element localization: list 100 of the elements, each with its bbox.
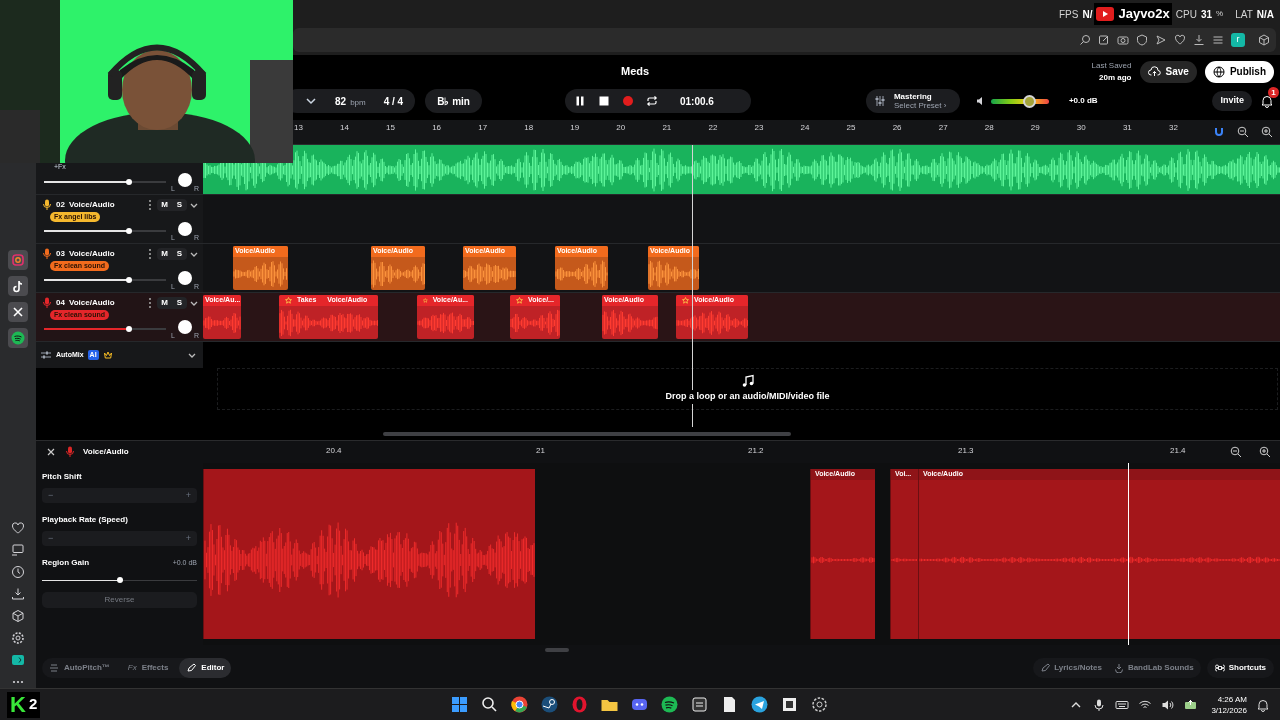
pan-knob[interactable] (178, 222, 192, 236)
cube-icon[interactable] (1258, 34, 1270, 46)
browser-icon[interactable] (510, 695, 530, 714)
channel-name: Jayvo2x (1118, 5, 1170, 24)
stop-icon[interactable] (597, 95, 610, 107)
panel-tab[interactable]: AutoPitch™ (42, 658, 117, 678)
key-button[interactable]: B♭ min (425, 89, 482, 113)
bar-number: 22 (708, 122, 718, 134)
notification-icon[interactable] (1256, 697, 1270, 712)
windows-icon[interactable] (450, 695, 470, 714)
spotify-icon[interactable] (660, 695, 680, 714)
drop-hint: Drop a loop or an audio/MIDI/video file (663, 390, 832, 404)
pan-knob[interactable] (178, 271, 192, 285)
search-icon[interactable] (1079, 34, 1091, 46)
publish-button[interactable]: Publish (1204, 60, 1274, 83)
kebab-icon[interactable] (147, 297, 153, 309)
zoom-out-icon[interactable] (1237, 126, 1249, 138)
clock-icon[interactable] (11, 565, 25, 579)
globe-icon (1212, 65, 1225, 78)
panel-tab[interactable]: Editor (179, 658, 232, 678)
telegram-icon[interactable] (750, 695, 770, 714)
gear-icon[interactable] (810, 695, 830, 714)
solo-button[interactable]: S (172, 248, 187, 260)
spotify-icon[interactable] (8, 328, 28, 348)
bar-number: 20 (616, 122, 626, 134)
zoom-out-icon[interactable] (1230, 446, 1242, 458)
time-signature[interactable]: 4 / 4 (383, 93, 404, 109)
stepper-field[interactable]: − + (42, 531, 197, 546)
zoom-in-icon[interactable] (1261, 126, 1273, 138)
zoom-in-icon[interactable] (1259, 446, 1271, 458)
stat-value: N/ (1082, 7, 1093, 22)
download-icon[interactable] (11, 587, 25, 601)
tempo-value[interactable]: 82 (335, 93, 347, 109)
editor-title: Voice/Audio (83, 446, 129, 458)
stat-value: N/A (1256, 7, 1274, 22)
steam-icon[interactable] (540, 695, 560, 714)
shield-icon[interactable] (1136, 34, 1148, 46)
loop-icon[interactable] (645, 95, 658, 107)
invite-button[interactable]: Invite (1212, 91, 1252, 111)
solo-button[interactable]: S (172, 199, 187, 211)
menu-icon[interactable] (1212, 34, 1224, 46)
star-icon (516, 297, 523, 304)
lines-icon (49, 663, 59, 673)
monitor-icon[interactable] (690, 695, 710, 714)
bell-icon[interactable] (1260, 94, 1274, 108)
sliders-icon (873, 95, 886, 107)
mute-button[interactable]: M (157, 199, 172, 211)
battery-icon[interactable] (1184, 697, 1199, 712)
song-title: Meds (621, 64, 650, 80)
scrollbar-thumb[interactable] (545, 648, 569, 652)
volume-thumb[interactable] (1023, 94, 1037, 108)
pan-knob[interactable] (178, 320, 192, 334)
last-saved-label: Last Saved (1091, 59, 1132, 72)
record-icon[interactable] (621, 95, 634, 107)
panel-link[interactable]: BandLab Sounds (1110, 658, 1197, 678)
download-icon[interactable] (1193, 34, 1205, 46)
magnet-icon[interactable] (1213, 126, 1225, 138)
mastering-panel[interactable]: Mastering Select Preset › (865, 89, 960, 113)
notification-count: 1 (1268, 87, 1279, 98)
time-marker: 21.4 (1170, 445, 1186, 457)
track-name[interactable]: Voice/Audio (68, 297, 115, 309)
screen-icon[interactable] (11, 543, 25, 557)
camera-icon[interactable] (1117, 34, 1129, 46)
save-button[interactable]: Save (1139, 60, 1197, 83)
scrollbar-thumb[interactable] (383, 432, 791, 436)
panel-icon[interactable] (11, 653, 25, 667)
pan-knob[interactable] (178, 173, 192, 187)
bar-number: 13 (294, 122, 303, 134)
microphone-icon[interactable] (1092, 697, 1107, 712)
mute-button[interactable]: M (157, 297, 172, 309)
heart-icon[interactable] (11, 521, 25, 535)
sliders-icon (40, 350, 52, 360)
instagram-icon[interactable] (8, 250, 28, 270)
drop-zone[interactable]: Drop a loop or an audio/MIDI/video file (217, 368, 1278, 410)
panel-link[interactable]: Lyrics/Notes (1037, 658, 1105, 678)
shortcuts-button[interactable]: Shortcuts (1206, 658, 1274, 678)
solo-button[interactable]: S (172, 297, 187, 309)
clock[interactable]: 4:26 AM 3/12/2026 (1211, 693, 1247, 716)
send-icon[interactable] (1155, 34, 1167, 46)
stepper-field[interactable]: − + (42, 488, 197, 503)
kebab-icon[interactable] (147, 248, 153, 260)
x-icon[interactable] (8, 302, 28, 322)
track-name[interactable]: Voice/Audio (68, 248, 115, 260)
minus-label: − (48, 531, 54, 545)
mute-button[interactable]: M (157, 248, 172, 260)
edit-icon[interactable] (1098, 34, 1110, 46)
heart-icon[interactable] (1174, 34, 1186, 46)
tempo-unit: bpm (350, 96, 366, 109)
caret-icon[interactable] (305, 95, 317, 107)
panel-tab[interactable]: Fx Effects (120, 658, 176, 678)
track-name[interactable]: Voice/Audio (68, 199, 115, 211)
kebab-icon[interactable] (147, 199, 153, 211)
app-logo[interactable]: K (10, 693, 26, 716)
command-icon (1214, 663, 1225, 673)
tiktok-icon[interactable] (8, 276, 28, 296)
cube-icon[interactable] (11, 609, 25, 623)
close-icon[interactable] (45, 446, 57, 458)
settings-icon[interactable] (11, 631, 25, 645)
bar-number: 25 (846, 122, 856, 134)
microphone-icon (65, 446, 75, 458)
